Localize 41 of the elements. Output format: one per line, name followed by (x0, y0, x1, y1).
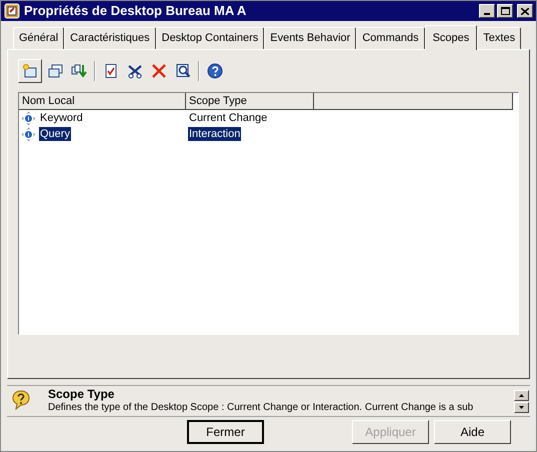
help-icon (207, 63, 223, 79)
minimize-icon (484, 13, 490, 15)
checked-page-icon (103, 63, 119, 79)
down-arrow-icon (519, 406, 524, 409)
tab[interactable]: Commands (356, 27, 425, 49)
column-header[interactable]: Scope Type (186, 93, 314, 110)
maximize-button[interactable] (497, 4, 513, 18)
down-arrow-icon (71, 63, 87, 79)
up-arrow-icon (519, 394, 524, 397)
tab[interactable]: Textes (477, 27, 522, 49)
delete-icon (151, 63, 167, 79)
scroll-down-button[interactable] (514, 402, 529, 413)
window-title: Propriétés de Desktop Bureau MA A (24, 2, 248, 20)
toolbar-button[interactable] (18, 59, 42, 83)
scope-icon (21, 110, 36, 126)
help-title: Scope Type (48, 387, 116, 401)
list-cell[interactable]: Current Change (188, 111, 268, 125)
list-cell[interactable]: Query (39, 127, 71, 141)
tab[interactable]: Desktop Containers (156, 27, 264, 49)
dialog-button[interactable]: Fermer (187, 420, 264, 444)
help-text: Defines the type of the Desktop Scope : Current Change or Interaction. Current Change is a sub (48, 401, 474, 414)
app-icon (4, 3, 20, 19)
question-icon (12, 390, 30, 410)
tab[interactable]: Events Behavior (264, 27, 356, 49)
scope-icon (21, 126, 36, 142)
tab[interactable]: Scopes (424, 25, 478, 50)
close-button[interactable] (517, 4, 533, 18)
minimize-button[interactable] (479, 4, 495, 18)
stacked-windows-icon (47, 63, 63, 79)
tab[interactable]: Général (13, 27, 64, 49)
scissors-icon (127, 63, 143, 79)
scroll-up-button[interactable] (514, 390, 529, 401)
maximize-icon (500, 7, 510, 15)
list-cell[interactable]: Interaction (188, 127, 242, 141)
list-cell[interactable]: Keyword (39, 111, 84, 125)
column-header[interactable]: Nom Local (19, 93, 186, 110)
new-item-icon (22, 63, 38, 79)
close-icon (521, 8, 529, 14)
magnifier-icon (175, 63, 191, 79)
dialog-button[interactable]: Aide (434, 420, 511, 444)
tab[interactable]: Caractéristiques (64, 27, 156, 49)
